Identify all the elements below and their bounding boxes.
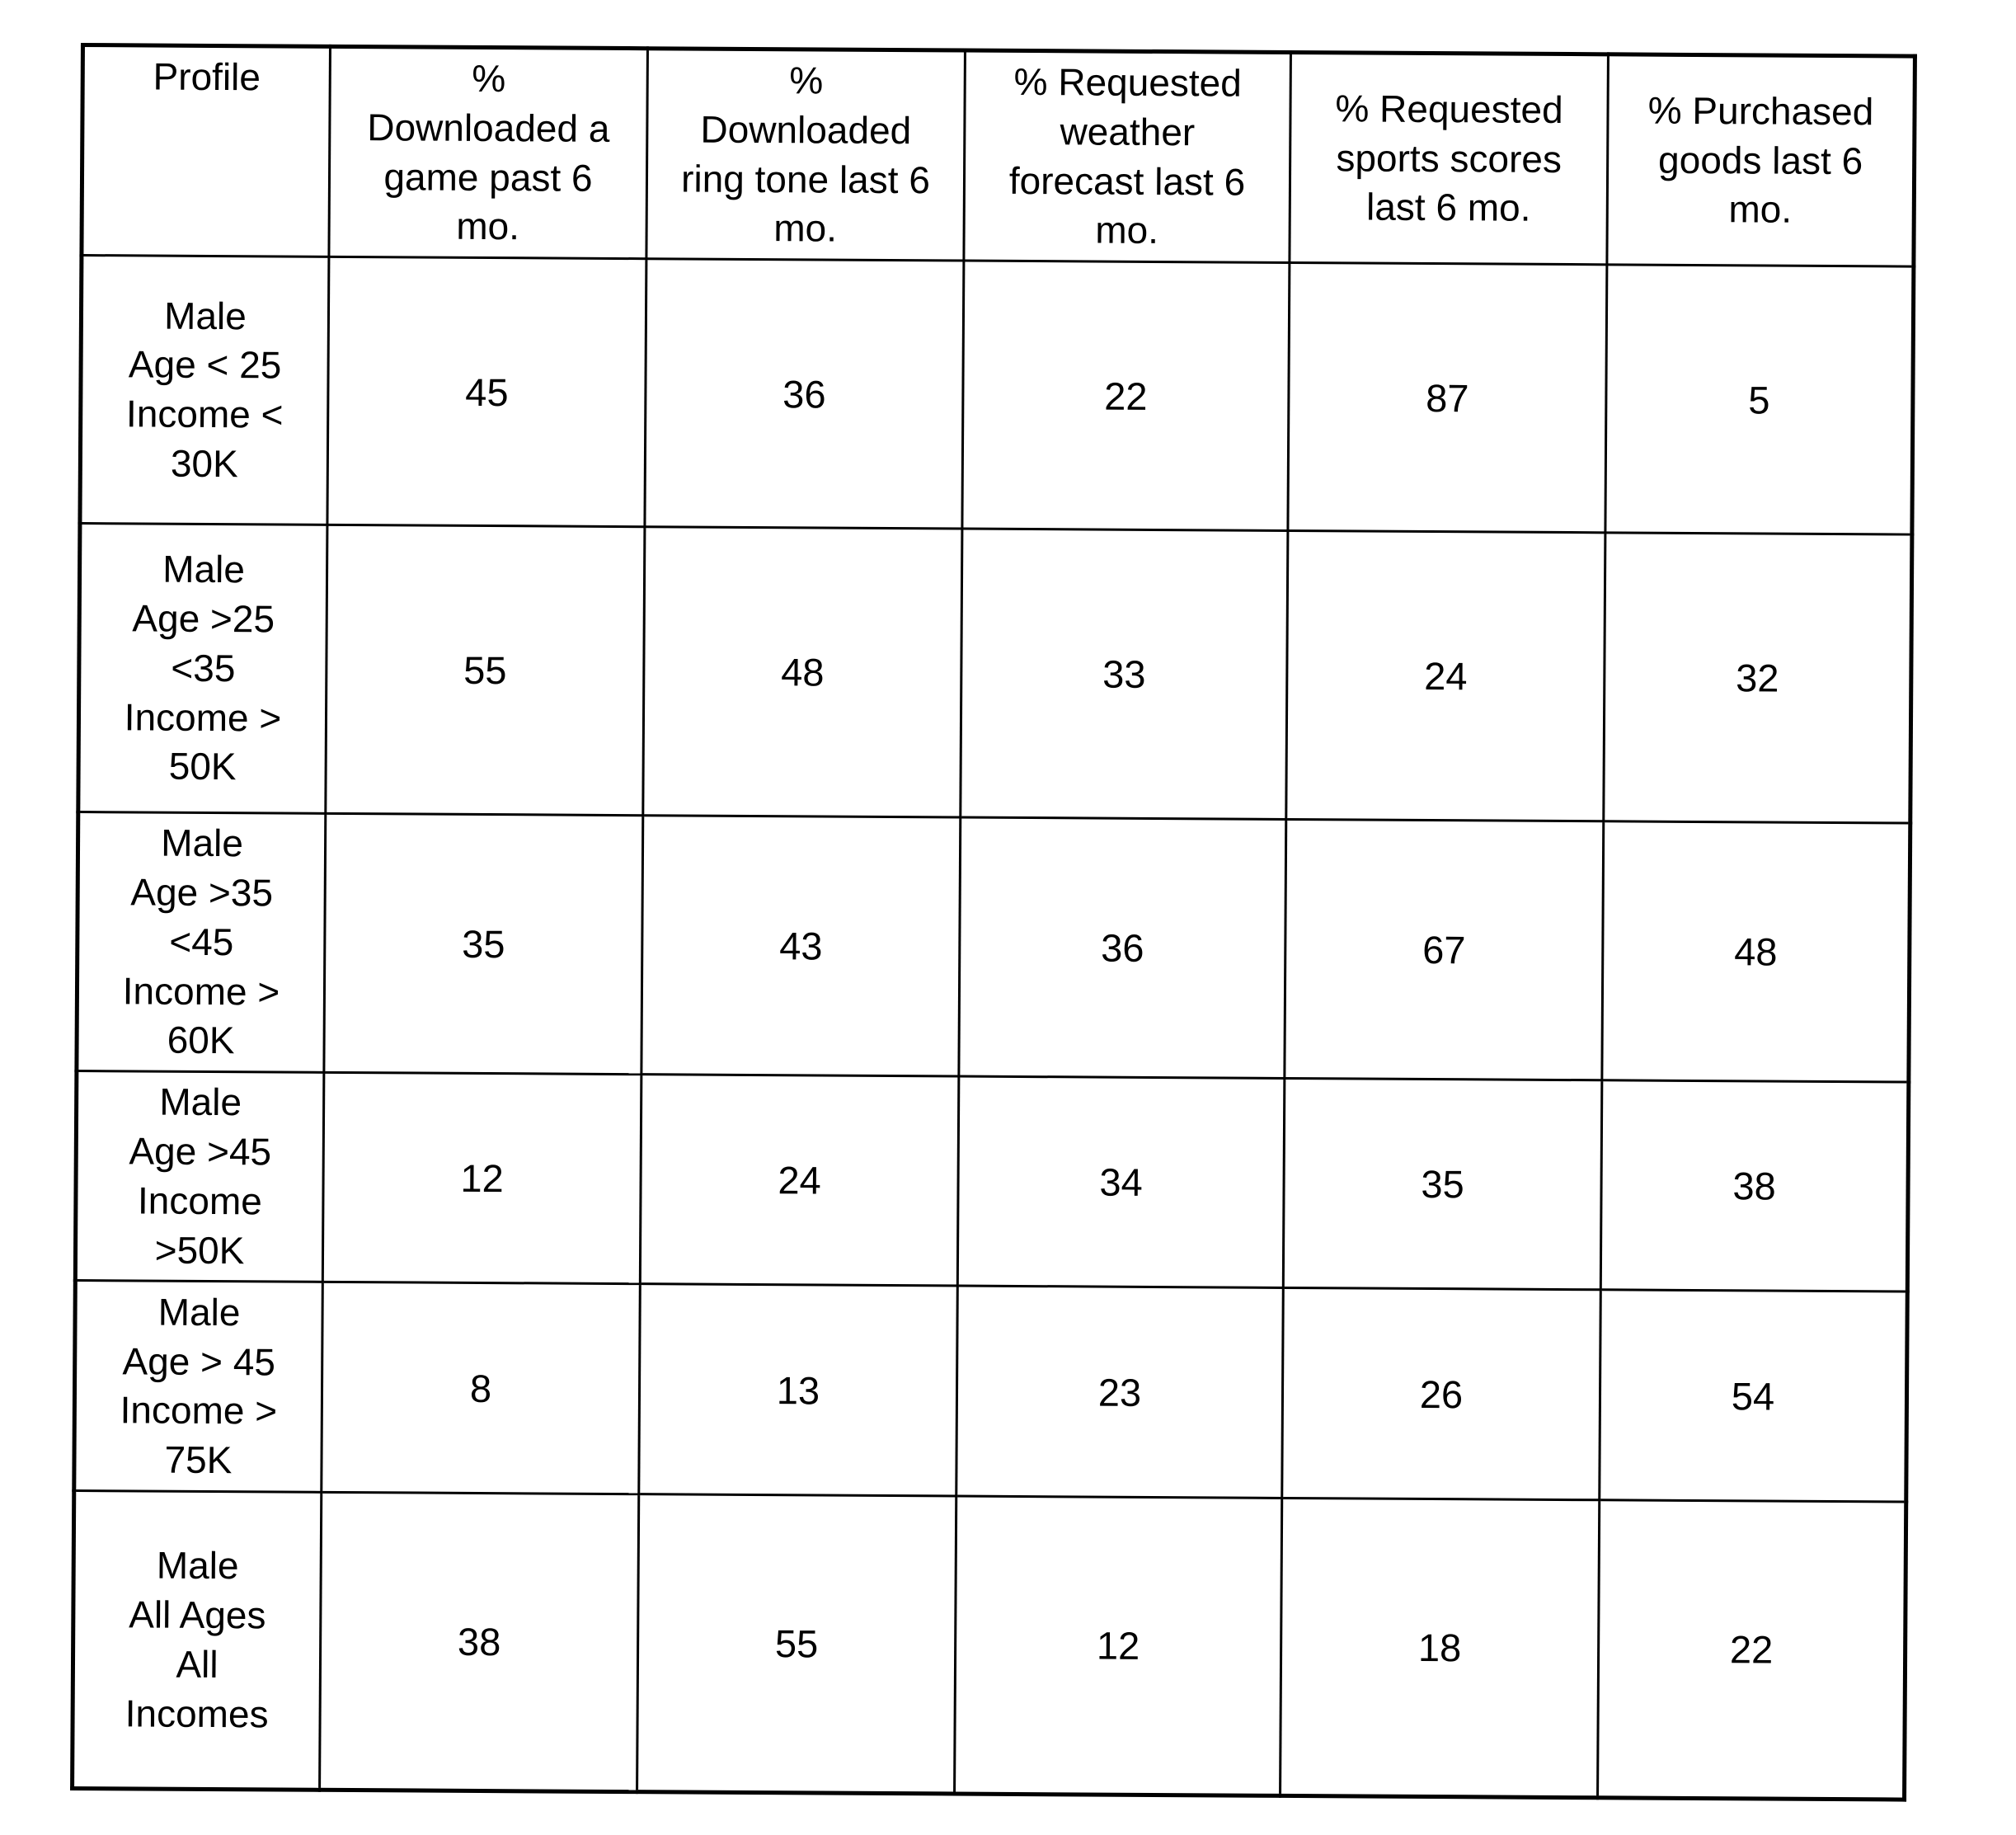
column-header-profile: Profile bbox=[81, 45, 331, 257]
value-cell-games: 35 bbox=[323, 813, 643, 1075]
header-line: ring tone last 6 bbox=[680, 157, 931, 201]
header-line: % bbox=[472, 56, 506, 101]
value-cell-goods: 22 bbox=[1597, 1500, 1906, 1800]
value-cell-sports: 26 bbox=[1281, 1287, 1601, 1501]
value-cell-goods: 32 bbox=[1603, 532, 1912, 824]
header-row: Profile % Downloaded a game past 6 mo. %… bbox=[81, 45, 1915, 267]
table-container: Profile % Downloaded a game past 6 mo. %… bbox=[70, 43, 1917, 1802]
column-header-weather: % Requested weather forecast last 6 mo. bbox=[963, 50, 1291, 263]
value-cell-weather: 34 bbox=[957, 1076, 1285, 1288]
value-cell-weather: 12 bbox=[954, 1496, 1282, 1796]
profile-cell: Male Age >35 <45 Income > 60K bbox=[76, 812, 326, 1073]
profile-line: Age >35 bbox=[130, 870, 274, 915]
table-header: Profile % Downloaded a game past 6 mo. %… bbox=[81, 45, 1915, 267]
value-cell-sports: 67 bbox=[1284, 819, 1604, 1080]
profile-line: Income < bbox=[125, 392, 284, 436]
profile-line: Age > 45 bbox=[122, 1339, 276, 1384]
value-cell-games: 45 bbox=[327, 256, 646, 527]
profile-line: Male bbox=[161, 821, 244, 865]
header-line: Downloaded bbox=[700, 107, 912, 152]
profile-line: 60K bbox=[167, 1019, 235, 1062]
value-cell-games: 8 bbox=[321, 1282, 641, 1495]
header-line: Downloaded a bbox=[367, 105, 610, 150]
table-body: Male Age < 25 Income < 30K 45 36 22 87 5… bbox=[72, 255, 1914, 1800]
profile-line: Income > bbox=[122, 968, 280, 1014]
header-line: % bbox=[789, 59, 824, 102]
column-header-ringtone: % Downloaded ring tone last 6 mo. bbox=[646, 48, 966, 261]
value-cell-sports: 35 bbox=[1283, 1078, 1602, 1291]
value-cell-goods: 5 bbox=[1605, 264, 1914, 535]
header-line: mo. bbox=[456, 205, 520, 248]
header-line: mo. bbox=[1095, 208, 1159, 252]
value-cell-weather: 36 bbox=[958, 817, 1286, 1079]
profile-statistics-table: Profile % Downloaded a game past 6 mo. %… bbox=[70, 43, 1917, 1802]
header-line: goods last 6 bbox=[1657, 138, 1863, 182]
header-line: Profile bbox=[153, 54, 261, 99]
header-line: % Purchased bbox=[1647, 88, 1874, 134]
profile-line: Income > bbox=[124, 694, 282, 740]
header-line: mo. bbox=[1728, 187, 1793, 232]
header-line: game past 6 bbox=[383, 154, 593, 200]
value-cell-ringtone: 24 bbox=[640, 1074, 959, 1287]
table-row: Male Age < 25 Income < 30K 45 36 22 87 5 bbox=[79, 255, 1914, 535]
value-cell-games: 55 bbox=[325, 525, 645, 816]
value-cell-ringtone: 48 bbox=[642, 526, 962, 818]
column-header-sports: % Requested sports scores last 6 mo. bbox=[1289, 52, 1609, 265]
header-line: sports scores bbox=[1336, 135, 1563, 181]
profile-line: Male bbox=[156, 1543, 239, 1588]
profile-line: <35 bbox=[171, 646, 236, 689]
value-cell-goods: 38 bbox=[1600, 1080, 1909, 1292]
profile-line: Male bbox=[159, 1080, 242, 1124]
header-line: last 6 mo. bbox=[1365, 186, 1531, 230]
header-line: % Requested bbox=[1013, 59, 1242, 105]
value-cell-weather: 22 bbox=[961, 261, 1290, 531]
profile-cell: Male Age > 45 Income > 75K bbox=[73, 1280, 323, 1493]
value-cell-games: 12 bbox=[322, 1072, 641, 1285]
profile-line: >50K bbox=[154, 1228, 245, 1272]
profile-line: Male bbox=[157, 1290, 241, 1334]
value-cell-ringtone: 43 bbox=[641, 815, 961, 1077]
value-cell-weather: 23 bbox=[956, 1286, 1284, 1499]
profile-line: Income > bbox=[120, 1388, 278, 1433]
profile-line: Male bbox=[162, 547, 246, 591]
table-row: Male Age >35 <45 Income > 60K 35 43 36 6… bbox=[76, 812, 1910, 1083]
table-row: Male Age > 45 Income > 75K 8 13 23 26 54 bbox=[73, 1280, 1908, 1503]
profile-cell: Male Age >45 Income >50K bbox=[75, 1070, 324, 1282]
profile-line: 30K bbox=[170, 441, 238, 486]
value-cell-sports: 24 bbox=[1285, 530, 1605, 821]
table-row: Male Age >45 Income >50K 12 24 34 35 38 bbox=[75, 1070, 1909, 1292]
profile-cell: Male Age >25 <35 Income > 50K bbox=[78, 523, 327, 814]
profile-line: Male bbox=[163, 294, 247, 337]
value-cell-ringtone: 55 bbox=[637, 1494, 956, 1795]
profile-cell: Male All Ages All Incomes bbox=[72, 1490, 322, 1790]
profile-line: <45 bbox=[169, 920, 234, 963]
header-line: forecast last 6 bbox=[1008, 158, 1246, 204]
scanned-page: Profile % Downloaded a game past 6 mo. %… bbox=[0, 0, 2016, 1835]
profile-cell: Male Age < 25 Income < 30K bbox=[79, 255, 329, 525]
column-header-goods: % Purchased goods last 6 mo. bbox=[1606, 54, 1915, 267]
profile-line: All Ages bbox=[129, 1593, 266, 1637]
profile-line: Age >45 bbox=[129, 1129, 272, 1174]
profile-line: Age < 25 bbox=[128, 342, 282, 387]
value-cell-ringtone: 36 bbox=[644, 258, 964, 529]
value-cell-goods: 54 bbox=[1599, 1290, 1908, 1503]
profile-line: Incomes bbox=[125, 1691, 269, 1736]
table-row: Male Age >25 <35 Income > 50K 55 48 33 2… bbox=[78, 523, 1912, 824]
value-cell-sports: 87 bbox=[1287, 262, 1607, 533]
profile-line: Income bbox=[137, 1179, 263, 1223]
header-line: weather bbox=[1060, 110, 1196, 154]
value-cell-ringtone: 13 bbox=[638, 1284, 958, 1497]
profile-line: 75K bbox=[164, 1437, 233, 1482]
value-cell-goods: 48 bbox=[1601, 821, 1910, 1083]
header-line: % Requested bbox=[1335, 87, 1563, 131]
profile-line: 50K bbox=[168, 745, 237, 788]
value-cell-weather: 33 bbox=[960, 529, 1288, 820]
header-line: mo. bbox=[773, 206, 838, 250]
profile-line: Age >25 bbox=[132, 596, 275, 641]
value-cell-sports: 18 bbox=[1280, 1498, 1600, 1799]
table-row: Male All Ages All Incomes 38 55 12 18 22 bbox=[72, 1490, 1906, 1800]
value-cell-games: 38 bbox=[319, 1492, 639, 1793]
profile-line: All bbox=[176, 1642, 219, 1686]
column-header-games: % Downloaded a game past 6 mo. bbox=[328, 46, 648, 259]
